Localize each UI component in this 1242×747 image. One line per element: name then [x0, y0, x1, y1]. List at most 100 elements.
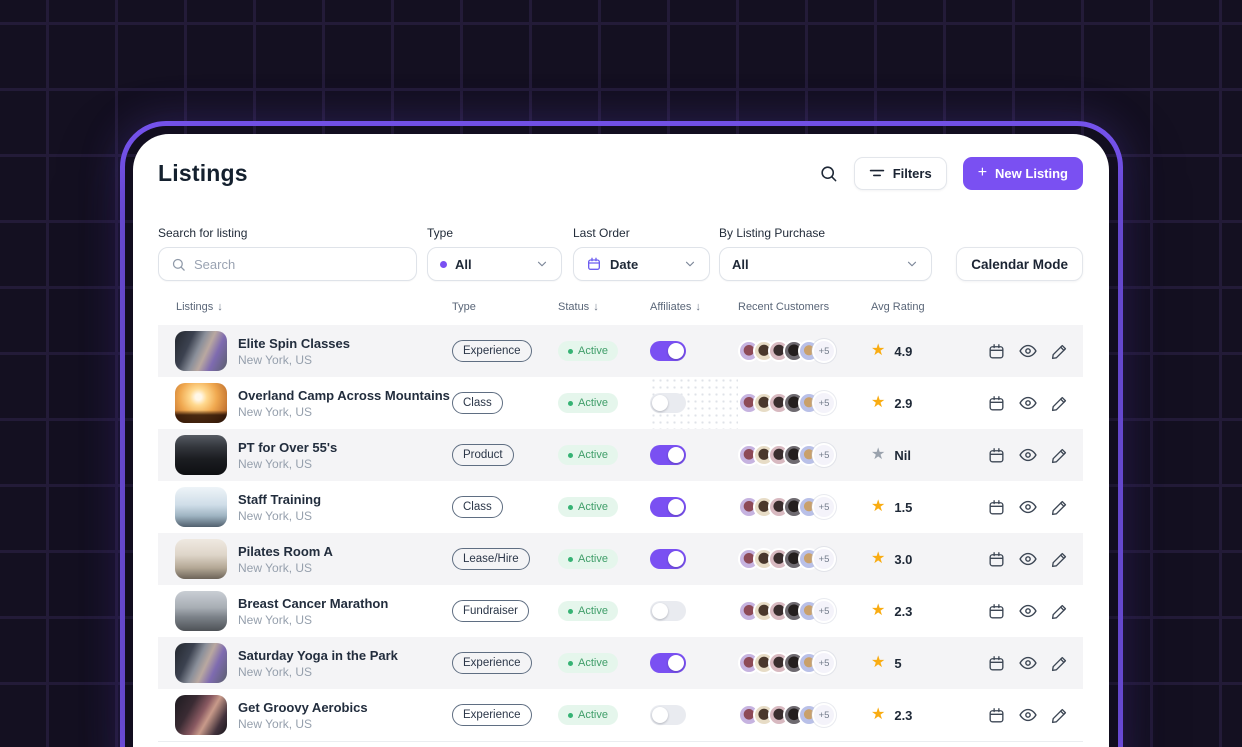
- view-button[interactable]: [1018, 653, 1038, 673]
- affiliates-toggle[interactable]: [650, 549, 686, 569]
- status-badge-label: Active: [578, 605, 608, 617]
- search-input[interactable]: [194, 257, 404, 272]
- toggle-knob: [668, 343, 684, 359]
- view-button[interactable]: [1018, 393, 1038, 413]
- calendar-mode-button[interactable]: Calendar Mode: [956, 247, 1083, 281]
- schedule-button[interactable]: [987, 446, 1006, 465]
- table-row[interactable]: Overland Camp Across Mountains New York,…: [158, 377, 1083, 429]
- table-row[interactable]: Saturday Yoga in the Park New York, US E…: [158, 637, 1083, 689]
- affiliates-toggle[interactable]: [650, 393, 686, 413]
- type-cell: Experience: [452, 637, 558, 689]
- affiliates-toggle[interactable]: [650, 445, 686, 465]
- listing-location: New York, US: [238, 457, 337, 471]
- schedule-button[interactable]: [987, 342, 1006, 361]
- type-pill: Experience: [452, 704, 532, 726]
- view-button[interactable]: [1018, 705, 1038, 725]
- edit-button[interactable]: [1050, 394, 1069, 413]
- search-field-label: Search for listing: [158, 226, 417, 240]
- affiliates-cell: [650, 325, 738, 377]
- edit-button[interactable]: [1050, 706, 1069, 725]
- table-row[interactable]: Elite Spin Classes New York, US Experien…: [158, 325, 1083, 377]
- view-button[interactable]: [1018, 601, 1038, 621]
- table-row[interactable]: Breast Cancer Marathon New York, US Fund…: [158, 585, 1083, 637]
- edit-button[interactable]: [1050, 342, 1069, 361]
- listing-cell: Saturday Yoga in the Park New York, US: [158, 637, 452, 689]
- affiliates-cell: [650, 689, 738, 741]
- affiliates-toggle[interactable]: [650, 497, 686, 517]
- type-cell: Product: [452, 429, 558, 481]
- new-listing-button[interactable]: + New Listing: [963, 157, 1083, 190]
- rating-value: 4.9: [894, 344, 912, 359]
- type-pill: Product: [452, 444, 514, 466]
- listing-rows: Elite Spin Classes New York, US Experien…: [158, 325, 1083, 741]
- pencil-icon: [1050, 602, 1069, 621]
- type-cell: Fundraiser: [452, 585, 558, 637]
- avg-rating-cell: ★ 5: [871, 637, 987, 689]
- column-header-listings[interactable]: Listings ↓: [158, 301, 452, 313]
- pencil-icon: [1050, 394, 1069, 413]
- affiliates-toggle[interactable]: [650, 705, 686, 725]
- star-icon: ★: [871, 395, 885, 411]
- listing-name: Staff Training: [238, 492, 321, 507]
- view-button[interactable]: [1018, 341, 1038, 361]
- affiliates-toggle[interactable]: [650, 653, 686, 673]
- filters-button[interactable]: Filters: [854, 157, 947, 190]
- listing-name: Pilates Room A: [238, 544, 333, 559]
- type-pill: Class: [452, 392, 503, 414]
- rating-value: 5: [894, 656, 901, 671]
- column-header-avg-rating: Avg Rating: [871, 301, 987, 313]
- search-button[interactable]: [819, 164, 838, 183]
- status-badge: Active: [558, 497, 618, 517]
- listing-thumbnail: [175, 383, 227, 423]
- type-pill: Fundraiser: [452, 600, 529, 622]
- star-icon: ★: [871, 603, 885, 619]
- schedule-button[interactable]: [987, 654, 1006, 673]
- table-row[interactable]: Get Groovy Aerobics New York, US Experie…: [158, 689, 1083, 741]
- table-row[interactable]: Pilates Room A New York, US Lease/Hire A…: [158, 533, 1083, 585]
- listing-thumbnail: [175, 643, 227, 683]
- topbar-actions: Filters + New Listing: [819, 157, 1083, 190]
- table-row[interactable]: PT for Over 55's New York, US Product Ac…: [158, 429, 1083, 481]
- schedule-button[interactable]: [987, 498, 1006, 517]
- status-dot-icon: [568, 349, 573, 354]
- listing-thumbnail: [175, 487, 227, 527]
- edit-button[interactable]: [1050, 654, 1069, 673]
- status-cell: Active: [558, 377, 650, 429]
- recent-customers-cell: +5: [738, 585, 871, 637]
- customer-avatars: +5: [738, 547, 836, 571]
- view-button[interactable]: [1018, 445, 1038, 465]
- column-header-affiliates[interactable]: Affiliates ↓: [650, 301, 738, 313]
- schedule-button[interactable]: [987, 602, 1006, 621]
- type-cell: Experience: [452, 689, 558, 741]
- listing-cell: Elite Spin Classes New York, US: [158, 325, 452, 377]
- avg-rating-cell: ★ 2.3: [871, 585, 987, 637]
- row-actions: [987, 533, 1083, 585]
- listing-name: PT for Over 55's: [238, 440, 337, 455]
- affiliates-toggle[interactable]: [650, 341, 686, 361]
- edit-button[interactable]: [1050, 498, 1069, 517]
- last-order-select[interactable]: Date: [573, 247, 710, 281]
- type-select[interactable]: All: [427, 247, 562, 281]
- status-badge-label: Active: [578, 709, 608, 721]
- edit-button[interactable]: [1050, 446, 1069, 465]
- schedule-button[interactable]: [987, 706, 1006, 725]
- pencil-icon: [1050, 654, 1069, 673]
- view-button[interactable]: [1018, 497, 1038, 517]
- schedule-button[interactable]: [987, 394, 1006, 413]
- affiliates-toggle[interactable]: [650, 601, 686, 621]
- calendar-icon: [987, 706, 1006, 725]
- pencil-icon: [1050, 446, 1069, 465]
- table-row[interactable]: Staff Training New York, US Class Active: [158, 481, 1083, 533]
- listing-purchase-select[interactable]: All: [719, 247, 932, 281]
- schedule-button[interactable]: [987, 550, 1006, 569]
- listing-purchase-field-label: By Listing Purchase: [719, 226, 932, 240]
- status-badge: Active: [558, 341, 618, 361]
- calendar-mode-button-label: Calendar Mode: [971, 257, 1068, 272]
- edit-button[interactable]: [1050, 550, 1069, 569]
- view-button[interactable]: [1018, 549, 1038, 569]
- type-field-label: Type: [427, 226, 562, 240]
- status-badge-label: Active: [578, 501, 608, 513]
- column-header-status[interactable]: Status ↓: [558, 301, 650, 313]
- calendar-icon: [987, 342, 1006, 361]
- edit-button[interactable]: [1050, 602, 1069, 621]
